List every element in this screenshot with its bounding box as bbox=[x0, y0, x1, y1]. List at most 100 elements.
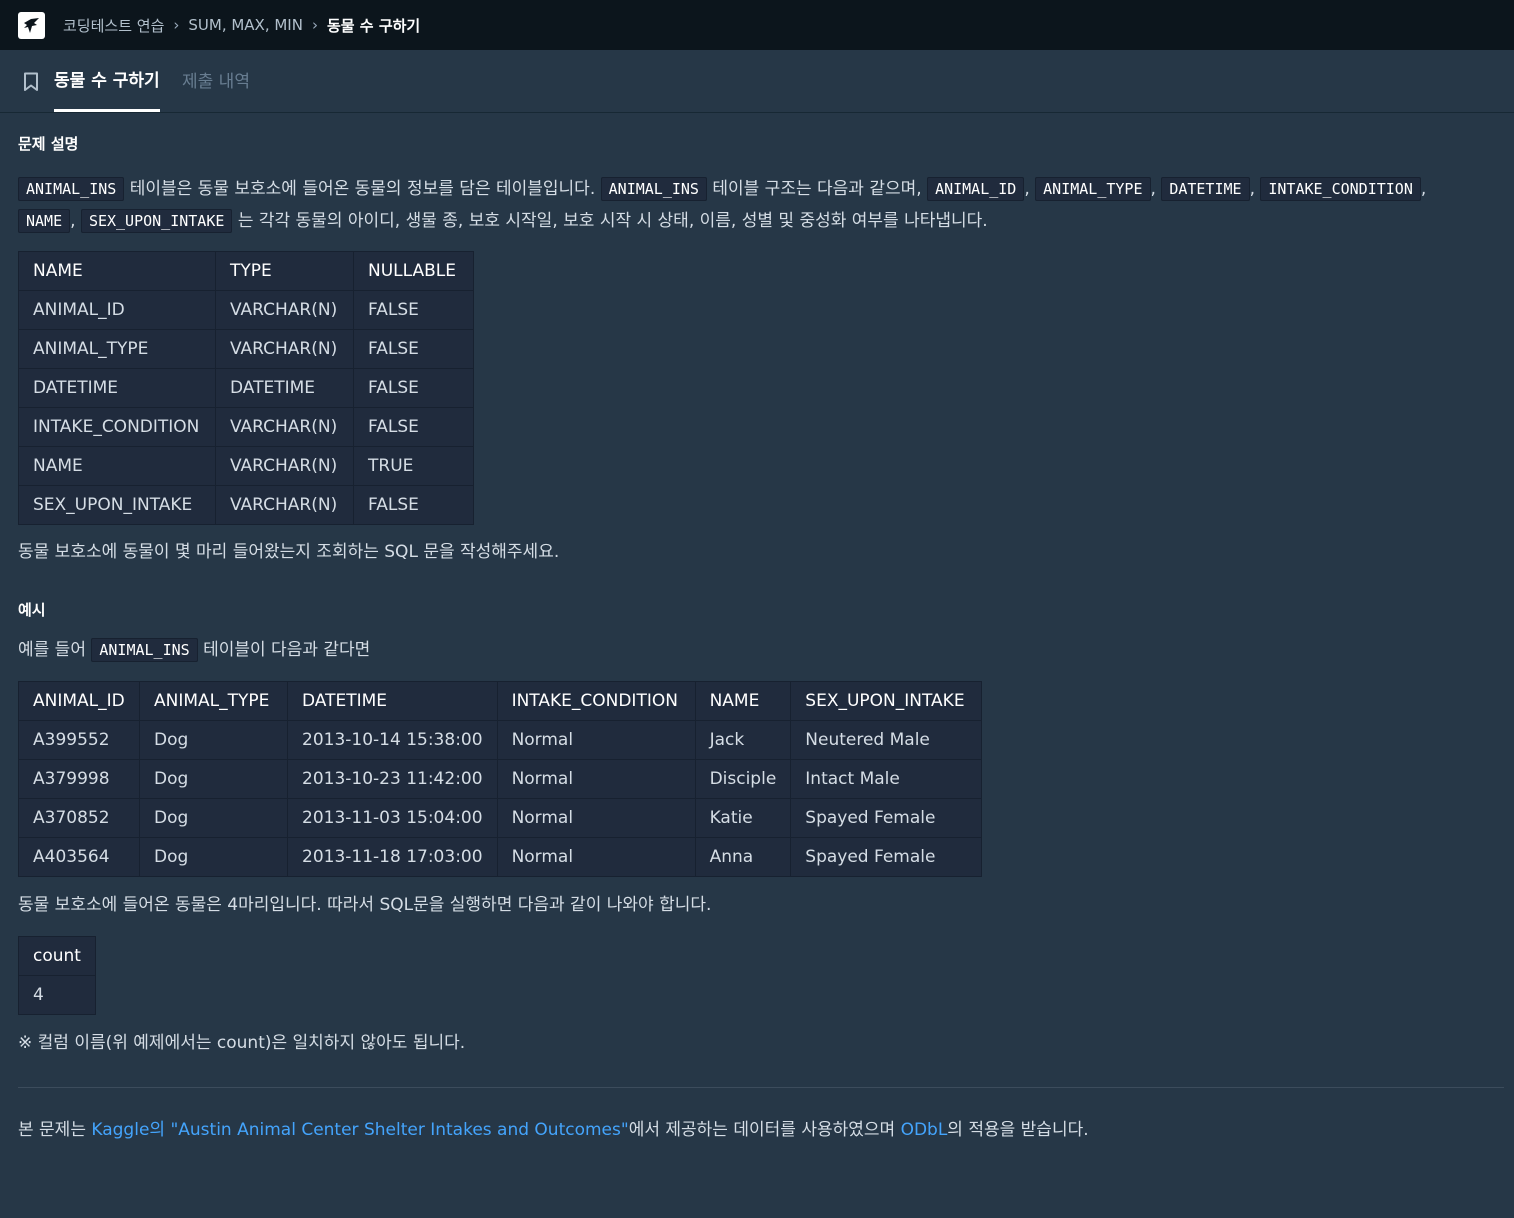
table-cell: FALSE bbox=[353, 329, 474, 369]
code-column-name: INTAKE_CONDITION bbox=[1260, 177, 1421, 201]
code-table-name: ANIMAL_INS bbox=[18, 177, 125, 201]
table-cell: Dog bbox=[139, 720, 288, 760]
programmers-logo-icon[interactable] bbox=[18, 11, 45, 39]
breadcrumb: 코딩테스트 연습 › SUM, MAX, MIN › 동물 수 구하기 bbox=[63, 15, 420, 36]
comma: , bbox=[1150, 179, 1156, 199]
table-row: A399552 Dog 2013-10-14 15:38:00 Normal Jack N… bbox=[18, 720, 983, 760]
chevron-right-icon: › bbox=[173, 16, 180, 34]
table-header-cell: INTAKE_CONDITION bbox=[496, 681, 696, 721]
code-column-name: SEX_UPON_INTAKE bbox=[80, 209, 233, 233]
footer-prefix: 본 문제는 bbox=[18, 1120, 86, 1140]
table-row: INTAKE_CONDITION VARCHAR(N) FALSE bbox=[18, 407, 474, 447]
footer-middle: 에서 제공하는 데이터를 사용하였으며 bbox=[628, 1120, 896, 1140]
table-header-cell: TYPE bbox=[215, 251, 354, 291]
table-cell: ANIMAL_ID bbox=[18, 290, 216, 330]
table-cell: 2013-10-23 11:42:00 bbox=[287, 759, 498, 799]
chevron-right-icon: › bbox=[311, 16, 318, 34]
intro-text-2: 테이블 구조는 다음과 같으며, bbox=[712, 179, 922, 199]
table-row: NAME VARCHAR(N) TRUE bbox=[18, 446, 474, 486]
table-header-cell: count bbox=[18, 936, 96, 976]
table-cell: VARCHAR(N) bbox=[215, 485, 354, 525]
table-cell: DATETIME bbox=[18, 368, 216, 408]
comma: , bbox=[1420, 179, 1427, 199]
table-row: ANIMAL_ID VARCHAR(N) FALSE bbox=[18, 290, 474, 330]
table-row: A379998 Dog 2013-10-23 11:42:00 Normal Disci… bbox=[18, 759, 983, 799]
table-cell: Normal bbox=[496, 837, 696, 877]
breadcrumb-category[interactable]: SUM, MAX, MIN bbox=[188, 16, 303, 34]
table-row: A370852 Dog 2013-11-03 15:04:00 Normal Katie… bbox=[18, 798, 983, 838]
table-header-row: NAME TYPE NULLABLE bbox=[18, 251, 474, 291]
schema-table: NAME TYPE NULLABLE ANIMAL_ID VARCHAR(N) FA… bbox=[18, 251, 474, 525]
table-cell: INTAKE_CONDITION bbox=[18, 407, 216, 447]
footer-suffix: 의 적용을 받습니다. bbox=[947, 1120, 1089, 1140]
example-data-table: ANIMAL_ID ANIMAL_TYPE DATETIME INTAKE_CO… bbox=[18, 681, 983, 877]
odbl-license-link[interactable]: ODbL bbox=[901, 1120, 948, 1140]
problem-intro-line-2: NAME, SEX_UPON_INTAKE 는 각각 동물의 아이디, 생물 종… bbox=[18, 205, 988, 237]
table-cell: 2013-10-14 15:38:00 bbox=[287, 720, 498, 760]
table-cell: VARCHAR(N) bbox=[215, 329, 354, 369]
table-cell: 2013-11-03 15:04:00 bbox=[287, 798, 498, 838]
table-cell: Neutered Male bbox=[790, 720, 983, 760]
table-header-cell: NULLABLE bbox=[353, 251, 474, 291]
table-cell: FALSE bbox=[353, 485, 474, 525]
table-cell: Dog bbox=[139, 759, 288, 799]
table-header-cell: SEX_UPON_INTAKE bbox=[790, 681, 983, 721]
table-header-cell: ANIMAL_TYPE bbox=[139, 681, 288, 721]
comma: , bbox=[70, 211, 76, 231]
code-column-name: NAME bbox=[18, 209, 71, 233]
table-cell: A399552 bbox=[18, 720, 140, 760]
table-cell: Katie bbox=[694, 798, 792, 838]
result-table: count 4 bbox=[18, 936, 96, 1015]
table-cell: TRUE bbox=[353, 446, 474, 486]
table-cell: Normal bbox=[496, 720, 696, 760]
bookmark-icon[interactable] bbox=[23, 72, 39, 92]
question-text: 동물 보호소에 동물이 몇 마리 들어왔는지 조회하는 SQL 문을 작성해주세… bbox=[18, 542, 560, 562]
example-lead-after: 테이블이 다음과 같다면 bbox=[203, 640, 371, 660]
table-cell: FALSE bbox=[353, 368, 474, 408]
table-header-row: count bbox=[18, 936, 96, 976]
table-cell: 2013-11-18 17:03:00 bbox=[287, 837, 498, 877]
table-cell: SEX_UPON_INTAKE bbox=[18, 485, 216, 525]
code-table-name: ANIMAL_INS bbox=[91, 638, 198, 662]
tab-submission-history[interactable]: 제출 내역 bbox=[182, 49, 250, 112]
breadcrumb-coding-test[interactable]: 코딩테스트 연습 bbox=[63, 15, 164, 36]
table-header-cell: NAME bbox=[18, 251, 216, 291]
table-cell: A370852 bbox=[18, 798, 140, 838]
section-divider bbox=[18, 1087, 1504, 1088]
table-cell: NAME bbox=[18, 446, 216, 486]
table-cell: Anna bbox=[694, 837, 792, 877]
table-cell: FALSE bbox=[353, 407, 474, 447]
section-title-example: 예시 bbox=[18, 601, 46, 619]
tab-problem[interactable]: 동물 수 구하기 bbox=[54, 49, 160, 112]
table-cell: 4 bbox=[18, 975, 96, 1015]
code-column-name: DATETIME bbox=[1161, 177, 1250, 201]
example-lead-before: 예를 들어 bbox=[18, 640, 86, 660]
result-explanation: 동물 보호소에 들어온 동물은 4마리입니다. 따라서 SQL문을 실행하면 다… bbox=[18, 895, 712, 915]
comma: , bbox=[1249, 179, 1255, 199]
intro-text-1: 테이블은 동물 보호소에 들어온 동물의 정보를 담은 테이블입니다. bbox=[129, 179, 596, 199]
table-cell: Normal bbox=[496, 798, 696, 838]
table-cell: A403564 bbox=[18, 837, 140, 877]
code-table-name: ANIMAL_INS bbox=[600, 177, 707, 201]
table-cell: Normal bbox=[496, 759, 696, 799]
example-lead: 예를 들어 ANIMAL_INS 테이블이 다음과 같다면 bbox=[18, 634, 370, 666]
problem-tab-bar: 동물 수 구하기 제출 내역 bbox=[0, 50, 1514, 113]
table-header-cell: ANIMAL_ID bbox=[18, 681, 140, 721]
kaggle-dataset-link[interactable]: Kaggle의 "Austin Animal Center Shelter In… bbox=[91, 1120, 628, 1140]
comma: , bbox=[1024, 179, 1030, 199]
table-cell: A379998 bbox=[18, 759, 140, 799]
section-title-description: 문제 설명 bbox=[18, 135, 79, 153]
breadcrumb-current-problem: 동물 수 구하기 bbox=[326, 16, 421, 35]
table-cell: Disciple bbox=[694, 759, 792, 799]
data-source-footer: 본 문제는 Kaggle의 "Austin Animal Center Shel… bbox=[18, 1114, 1089, 1146]
table-row: DATETIME DATETIME FALSE bbox=[18, 368, 474, 408]
table-row: ANIMAL_TYPE VARCHAR(N) FALSE bbox=[18, 329, 474, 369]
table-row: 4 bbox=[18, 975, 96, 1015]
table-header-row: ANIMAL_ID ANIMAL_TYPE DATETIME INTAKE_CO… bbox=[18, 681, 983, 721]
table-cell: VARCHAR(N) bbox=[215, 407, 354, 447]
table-cell: VARCHAR(N) bbox=[215, 290, 354, 330]
table-cell: Intact Male bbox=[790, 759, 983, 799]
problem-intro-line-1: ANIMAL_INS 테이블은 동물 보호소에 들어온 동물의 정보를 담은 테… bbox=[18, 173, 1426, 205]
table-row: A403564 Dog 2013-11-18 17:03:00 Normal Anna S… bbox=[18, 837, 983, 877]
table-row: SEX_UPON_INTAKE VARCHAR(N) FALSE bbox=[18, 485, 474, 525]
